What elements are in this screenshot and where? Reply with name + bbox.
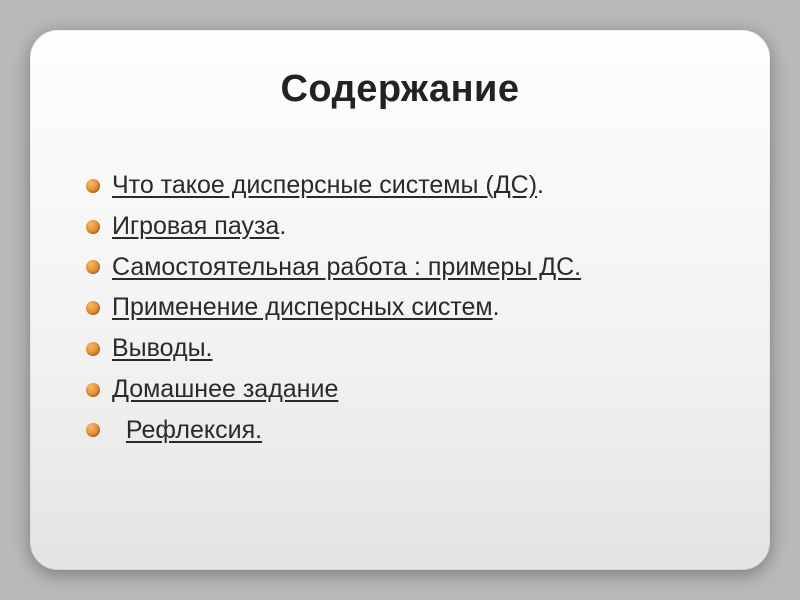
list-item-text[interactable]: Рефлексия.: [112, 414, 262, 448]
list-item-after: .: [537, 171, 544, 199]
bullet-icon: [86, 342, 100, 356]
bullet-icon: [86, 423, 100, 437]
bullet-icon: [86, 220, 100, 234]
list-item-link[interactable]: Что такое дисперсные системы (ДС): [112, 171, 537, 199]
list-item-link[interactable]: Домашнее задание: [112, 375, 338, 403]
list-item-link[interactable]: Самостоятельная работа : примеры ДС.: [112, 253, 581, 281]
list-item-text[interactable]: Домашнее задание: [112, 373, 338, 407]
list-item-text[interactable]: Выводы.: [112, 332, 213, 366]
list-item: Что такое дисперсные системы (ДС).: [86, 169, 720, 203]
bullet-icon: [86, 260, 100, 274]
list-item: Рефлексия.: [86, 414, 720, 448]
list-item: Домашнее задание: [86, 373, 720, 407]
list-item-link[interactable]: Игровая пауза: [112, 212, 279, 240]
bullet-icon: [86, 301, 100, 315]
bullet-icon: [86, 179, 100, 193]
list-item: Игровая пауза.: [86, 210, 720, 244]
slide-title: Содержание: [80, 68, 720, 111]
list-item-link[interactable]: Выводы.: [112, 334, 213, 362]
contents-list: Что такое дисперсные системы (ДС).Игрова…: [80, 169, 720, 447]
list-item: Выводы.: [86, 332, 720, 366]
list-item-text[interactable]: Игровая пауза.: [112, 210, 286, 244]
list-item-link[interactable]: Рефлексия.: [126, 416, 262, 444]
list-item-before: [112, 416, 126, 444]
list-item-text[interactable]: Применение дисперсных систем.: [112, 291, 500, 325]
list-item-after: .: [279, 212, 286, 240]
list-item-text[interactable]: Самостоятельная работа : примеры ДС.: [112, 251, 581, 285]
list-item: Самостоятельная работа : примеры ДС.: [86, 251, 720, 285]
list-item-after: .: [493, 293, 500, 321]
list-item: Применение дисперсных систем.: [86, 291, 720, 325]
list-item-link[interactable]: Применение дисперсных систем: [112, 293, 493, 321]
bullet-icon: [86, 383, 100, 397]
list-item-text[interactable]: Что такое дисперсные системы (ДС).: [112, 169, 544, 203]
slide: Содержание Что такое дисперсные системы …: [30, 30, 770, 570]
